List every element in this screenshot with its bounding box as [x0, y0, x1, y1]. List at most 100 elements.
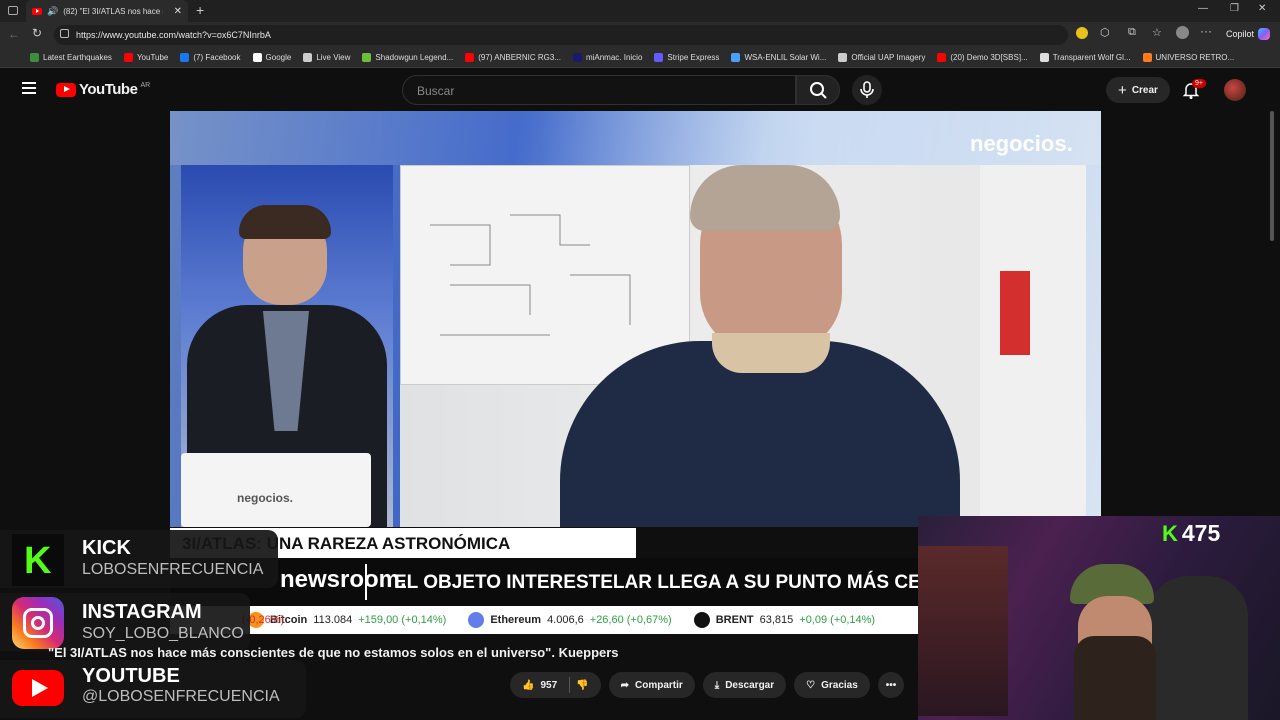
tab-title: (82) "El 3I/ATLAS nos hace m: [63, 6, 164, 16]
ticker-item: BRENT 63,815 +0,09 (+0,14%): [693, 612, 875, 628]
kick-logo: K: [12, 534, 64, 586]
bookmark-item[interactable]: Shadowgun Legend...: [362, 53, 453, 62]
bookmark-item[interactable]: YouTube: [123, 53, 169, 62]
bookmark-item[interactable]: Stripe Express: [654, 53, 719, 62]
bookmark-favicon-icon: [252, 53, 262, 62]
bookmark-label: YouTube: [136, 53, 169, 62]
download-button[interactable]: ⤓ Descargar: [702, 672, 787, 698]
bookmark-item[interactable]: Latest Earthquakes: [30, 53, 112, 62]
browser-tabstrip: 🔊 (82) "El 3I/ATLAS nos hace m ✕ + — ❐ ✕: [0, 0, 1280, 22]
bookmark-favicon-icon: [362, 53, 372, 62]
thumbs-up-icon: 👍: [522, 679, 535, 691]
bookmark-label: Shadowgun Legend...: [375, 53, 454, 62]
new-tab-icon[interactable]: +: [196, 2, 204, 18]
ticker-asset-name: BRENT: [715, 614, 754, 626]
instagram-title: INSTAGRAM: [82, 601, 202, 623]
bookmark-label: (97) ANBERNIC RG3...: [478, 53, 561, 62]
bookmark-favicon-icon: [303, 53, 313, 62]
bookmarks-bar: Latest Earthquakes YouTube (7) Facebook Goo…: [0, 48, 1280, 68]
tab-close-icon[interactable]: ✕: [174, 6, 182, 17]
bookmark-item[interactable]: WSA-ENLIL Solar Wi...: [731, 53, 826, 62]
instagram-logo: [12, 597, 64, 649]
ticker-asset-name: Ethereum: [490, 614, 542, 626]
lower-third-bar: newsroom. EL OBJETO INTERESTELAR LLEGA A…: [170, 558, 918, 606]
bookmark-item[interactable]: (97) ANBERNIC RG3...: [465, 53, 561, 62]
tab-actions-icon[interactable]: [8, 6, 18, 15]
bookmark-item[interactable]: Official UAP Imagery: [838, 53, 925, 62]
youtube-social-logo: [12, 670, 64, 706]
bookmark-favicon-icon: [731, 53, 741, 62]
search-button[interactable]: [796, 75, 840, 105]
search-input[interactable]: Buscar: [402, 75, 796, 105]
streamer-beard: [1074, 636, 1156, 720]
split-screen-icon[interactable]: ⧉: [1128, 26, 1136, 39]
youtube-header: YouTube AR Buscar + Crear 9+: [0, 69, 1280, 111]
browser-tab-active[interactable]: 🔊 (82) "El 3I/ATLAS nos hace m ✕: [26, 0, 188, 22]
create-label: Crear: [1131, 84, 1158, 96]
youtube-favicon-icon: [32, 7, 42, 15]
more-icon: •••: [885, 679, 897, 691]
create-button[interactable]: + Crear: [1106, 77, 1170, 103]
like-count: 957: [540, 679, 558, 691]
more-actions-button[interactable]: •••: [877, 672, 905, 698]
thanks-button[interactable]: ♡ Gracias: [794, 672, 870, 698]
bookmark-item[interactable]: UNIVERSO RETRO...: [1142, 53, 1234, 62]
host-video-panel: negocios.: [181, 165, 393, 527]
share-label: Compartir: [634, 679, 683, 691]
download-label: Descargar: [725, 679, 775, 691]
site-info-icon[interactable]: [60, 29, 69, 38]
voice-search-button[interactable]: [852, 75, 882, 105]
back-icon[interactable]: ←: [8, 27, 20, 41]
host-laptop: negocios.: [181, 453, 371, 527]
bookmark-item[interactable]: Google: [252, 53, 291, 62]
youtube-logo[interactable]: YouTube AR: [56, 81, 150, 98]
bookmark-item[interactable]: Transparent Wolf Gl...: [1039, 53, 1131, 62]
ticker-price: 113.084: [313, 614, 353, 626]
page-scrollbar[interactable]: [1270, 111, 1274, 241]
whiteboard-drawings: [430, 214, 631, 336]
plus-icon: +: [1118, 81, 1127, 99]
play-icon: [32, 679, 48, 697]
restore-icon[interactable]: ❐: [1230, 3, 1239, 14]
audio-icon[interactable]: 🔊: [47, 6, 58, 17]
copilot-button[interactable]: Copilot: [1226, 29, 1254, 39]
kick-title: KICK: [82, 537, 131, 559]
ticker-item: Ethereum 4.006,6 +26,60 (+0,67%): [468, 612, 672, 628]
share-button[interactable]: ➦ Compartir: [608, 672, 695, 698]
profile-avatar[interactable]: [1176, 26, 1189, 39]
copilot-icon[interactable]: [1258, 28, 1270, 40]
window-close-icon[interactable]: ✕: [1258, 3, 1266, 14]
bookmark-item[interactable]: (20) Demo 3D[SBS]...: [937, 53, 1028, 62]
favorites-icon[interactable]: ☆: [1152, 26, 1162, 39]
ticker-price: 4.006,6: [547, 614, 584, 626]
bookmark-label: Transparent Wolf Gl...: [1052, 53, 1131, 62]
thanks-icon: ♡: [806, 679, 816, 691]
kick-handle: LOBOSENFRECUENCIA: [82, 561, 264, 578]
like-button[interactable]: 👍 957 👎: [510, 672, 601, 698]
url-field[interactable]: https://www.youtube.com/watch?v=ox6C7NIn…: [54, 25, 1068, 45]
thumbs-down-icon[interactable]: 👎: [576, 680, 588, 691]
bookmark-label: (7) Facebook: [193, 53, 241, 62]
bookmark-favicon-icon: [465, 53, 475, 62]
video-actions: 👍 957 👎 ➦ Compartir ⤓ Descargar ♡ Gracia…: [510, 672, 905, 700]
bookmark-item[interactable]: Live View: [303, 53, 350, 62]
newsroom-brand: newsroom.: [280, 566, 407, 593]
extension-icon[interactable]: [1076, 27, 1088, 39]
kick-viewer-count: 475: [1181, 520, 1221, 546]
account-avatar[interactable]: [1224, 79, 1246, 101]
gaming-chair: [1148, 576, 1248, 720]
minimize-icon[interactable]: —: [1198, 3, 1208, 14]
bookmark-item[interactable]: miAnmac. Inicio: [572, 53, 642, 62]
bookmark-favicon-icon: [1142, 53, 1152, 62]
ticker-change: +26,60 (+0,67%): [589, 614, 672, 626]
youtube-title: YOUTUBE: [82, 665, 180, 687]
bookmark-label: Official UAP Imagery: [851, 53, 926, 62]
bookmark-item[interactable]: (7) Facebook: [180, 53, 241, 62]
more-menu-icon[interactable]: ···: [1200, 24, 1212, 38]
reload-icon[interactable]: ↻: [32, 26, 42, 40]
host-hair: [239, 205, 331, 239]
extensions-puzzle-icon[interactable]: ⬡: [1100, 26, 1110, 39]
hamburger-menu-icon[interactable]: [22, 82, 36, 94]
video-player[interactable]: negocios. negocios.: [170, 111, 1101, 527]
asset-icon: [693, 612, 710, 628]
